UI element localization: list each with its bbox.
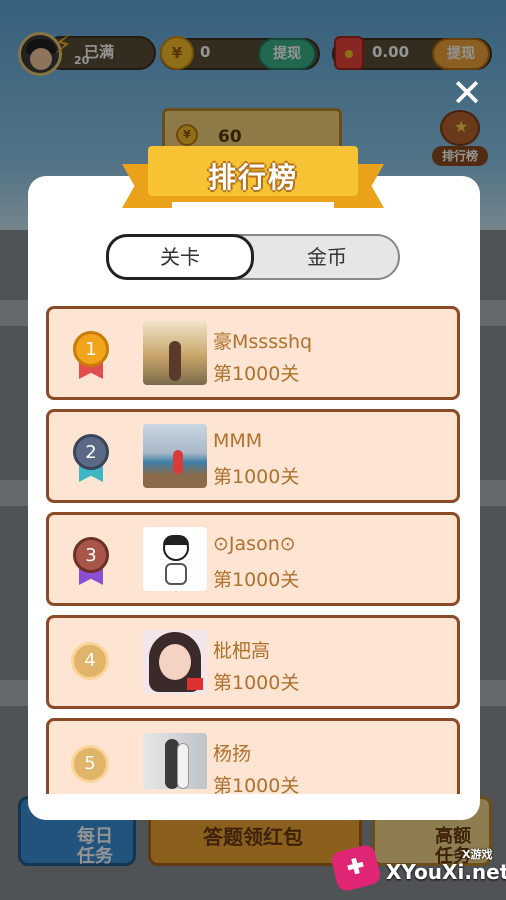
rank-badge: 5 bbox=[71, 745, 109, 783]
tab-levels[interactable]: 关卡 bbox=[106, 234, 254, 280]
player-name: 枇杷高 bbox=[213, 640, 271, 662]
leaderboard-row: 5 杨扬 第1000关 bbox=[46, 718, 460, 797]
avatar bbox=[143, 630, 207, 694]
leaderboard-row: 1 豪Msssshq 第1000关 bbox=[46, 306, 460, 400]
player-level: 第1000关 bbox=[213, 569, 300, 591]
player-level: 第1000关 bbox=[213, 672, 300, 694]
avatar bbox=[143, 321, 207, 385]
tab-coins[interactable]: 金币 bbox=[254, 236, 400, 278]
leaderboard-row: 2 MMM 第1000关 bbox=[46, 409, 460, 503]
player-name: MMM bbox=[213, 430, 263, 452]
avatar bbox=[143, 527, 207, 591]
modal-title: 排行榜 bbox=[207, 161, 298, 194]
avatar bbox=[143, 424, 207, 488]
player-level: 第1000关 bbox=[213, 363, 300, 385]
rank-badge: 4 bbox=[71, 642, 109, 680]
close-icon[interactable]: ✕ bbox=[450, 74, 484, 112]
leaderboard-row: 4 枇杷高 第1000关 bbox=[46, 615, 460, 709]
player-name: 杨扬 bbox=[213, 743, 252, 765]
player-level: 第1000关 bbox=[213, 775, 300, 797]
avatar bbox=[143, 733, 207, 789]
tab-switcher: 金币 关卡 bbox=[106, 234, 400, 280]
gold-medal-icon: 1 bbox=[73, 331, 109, 367]
player-name: ⊙Jason⊙ bbox=[213, 533, 296, 555]
gamepad-logo-icon bbox=[329, 843, 383, 893]
leaderboard-row: 3 ⊙Jason⊙ 第1000关 bbox=[46, 512, 460, 606]
modal-title-banner: 排行榜 bbox=[122, 146, 384, 210]
player-name: 豪Msssshq bbox=[213, 331, 313, 353]
player-level: 第1000关 bbox=[213, 466, 300, 488]
watermark: X游戏 XYouXi.net bbox=[329, 843, 506, 894]
silver-medal-icon: 2 bbox=[73, 434, 109, 470]
watermark-text: XYouXi.net bbox=[386, 860, 506, 884]
bronze-medal-icon: 3 bbox=[73, 537, 109, 573]
